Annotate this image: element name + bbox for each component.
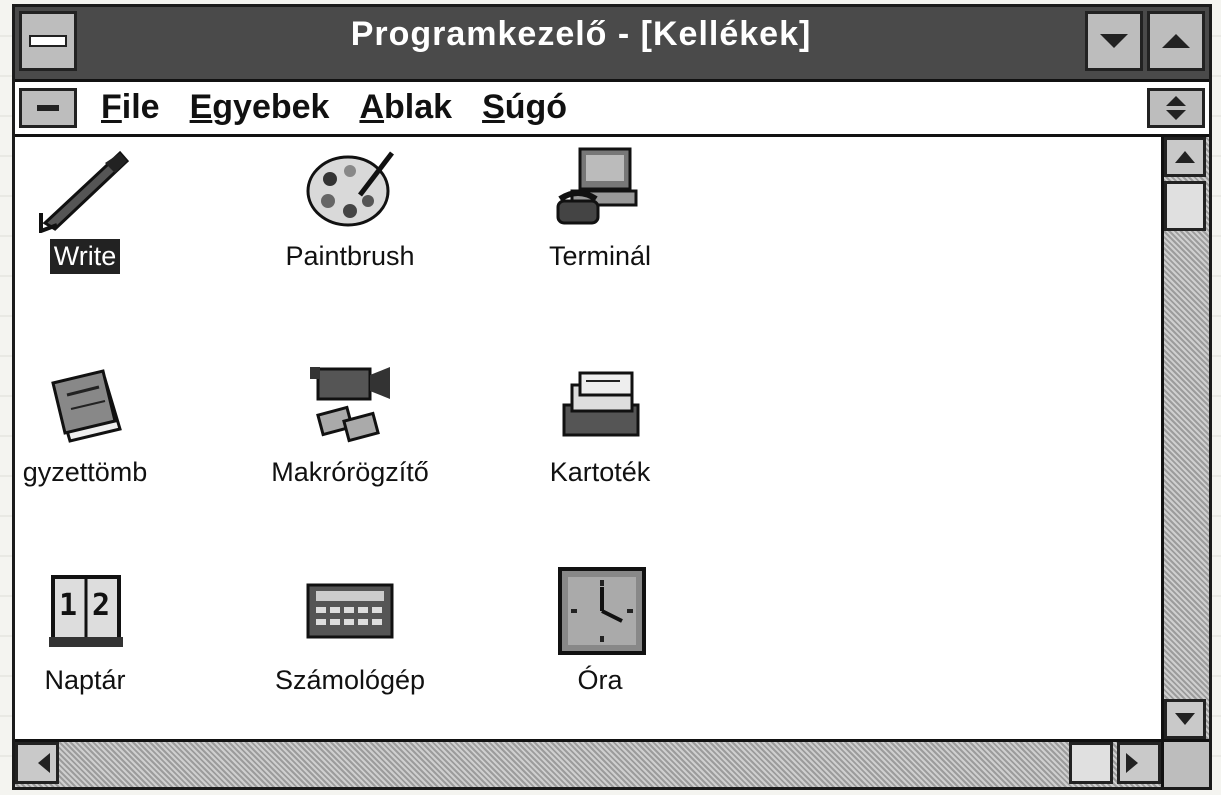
- document-system-menu-button[interactable]: [19, 88, 77, 128]
- restore-up-icon: [1166, 96, 1186, 106]
- svg-text:1: 1: [59, 588, 77, 623]
- program-label: gyzettömb: [22, 457, 148, 487]
- program-item-terminal[interactable]: Terminál: [500, 143, 700, 274]
- menu-ablak[interactable]: Ablak: [359, 88, 452, 127]
- program-group-area: Write Paintbrush Terminál gyzettömb Makr…: [15, 137, 1161, 739]
- calendar-icon: 1 2: [49, 575, 123, 647]
- program-label: Számológép: [274, 665, 426, 695]
- calculator-icon: [306, 583, 394, 639]
- restore-down-icon: [1166, 110, 1186, 120]
- menu-file[interactable]: File: [101, 88, 160, 127]
- title-bar[interactable]: Programkezelő - [Kellékek]: [15, 7, 1209, 82]
- vertical-scrollbar[interactable]: [1161, 137, 1209, 739]
- program-label: Terminál: [548, 241, 652, 271]
- program-item-paintbrush[interactable]: Paintbrush: [250, 143, 450, 274]
- maximize-button[interactable]: [1147, 11, 1205, 71]
- menu-bar: File Egyebek Ablak Súgó: [15, 82, 1209, 137]
- program-label: Makrórögzítő: [271, 457, 429, 487]
- program-label: Óra: [577, 665, 623, 695]
- program-item-clock[interactable]: Óra: [500, 567, 700, 698]
- system-menu-button[interactable]: [19, 11, 77, 71]
- notepad-icon: [51, 369, 122, 443]
- paint-palette-icon: [306, 151, 394, 227]
- program-label: Write: [49, 239, 121, 274]
- up-arrow-icon: [1175, 151, 1195, 163]
- recorder-camera-icon: [310, 367, 390, 443]
- clock-icon: [558, 567, 646, 655]
- cardfile-icon: [562, 371, 640, 437]
- program-item-notepad[interactable]: gyzettömb: [15, 359, 185, 490]
- left-arrow-icon: [24, 753, 50, 773]
- program-item-calculator[interactable]: Számológép: [250, 567, 450, 698]
- minimize-button[interactable]: [1085, 11, 1143, 71]
- scroll-left-button[interactable]: [15, 742, 59, 784]
- write-pen-icon: [39, 150, 130, 233]
- scroll-up-button[interactable]: [1164, 137, 1206, 177]
- program-item-cardfile[interactable]: Kartoték: [500, 359, 700, 490]
- scroll-down-button[interactable]: [1164, 699, 1206, 739]
- program-label: Paintbrush: [285, 241, 415, 271]
- program-label: Kartoték: [549, 457, 651, 487]
- terminal-phone-icon: [556, 147, 638, 225]
- program-manager-window: Programkezelő - [Kellékek] File Egyebek …: [12, 4, 1212, 790]
- horizontal-scroll-thumb[interactable]: [1069, 742, 1113, 784]
- scroll-right-button[interactable]: [1117, 742, 1161, 784]
- menu-egyebek[interactable]: Egyebek: [190, 88, 330, 127]
- svg-text:2: 2: [92, 588, 110, 623]
- program-item-write[interactable]: Write: [15, 143, 185, 274]
- right-arrow-icon: [1126, 753, 1152, 773]
- horizontal-scrollbar[interactable]: [15, 739, 1161, 787]
- scrollbar-corner: [1161, 739, 1209, 787]
- vertical-scroll-thumb[interactable]: [1164, 181, 1206, 231]
- minimize-arrow-icon: [1100, 34, 1128, 48]
- maximize-arrow-icon: [1162, 34, 1190, 48]
- restore-button[interactable]: [1147, 88, 1205, 128]
- program-item-calendar[interactable]: 1 2 Naptár: [15, 567, 185, 698]
- program-item-recorder[interactable]: Makrórögzítő: [250, 359, 450, 490]
- program-label: Naptár: [44, 665, 126, 695]
- window-title: Programkezelő - [Kellékek]: [350, 15, 812, 53]
- down-arrow-icon: [1175, 713, 1195, 725]
- menu-sugo[interactable]: Súgó: [482, 88, 567, 127]
